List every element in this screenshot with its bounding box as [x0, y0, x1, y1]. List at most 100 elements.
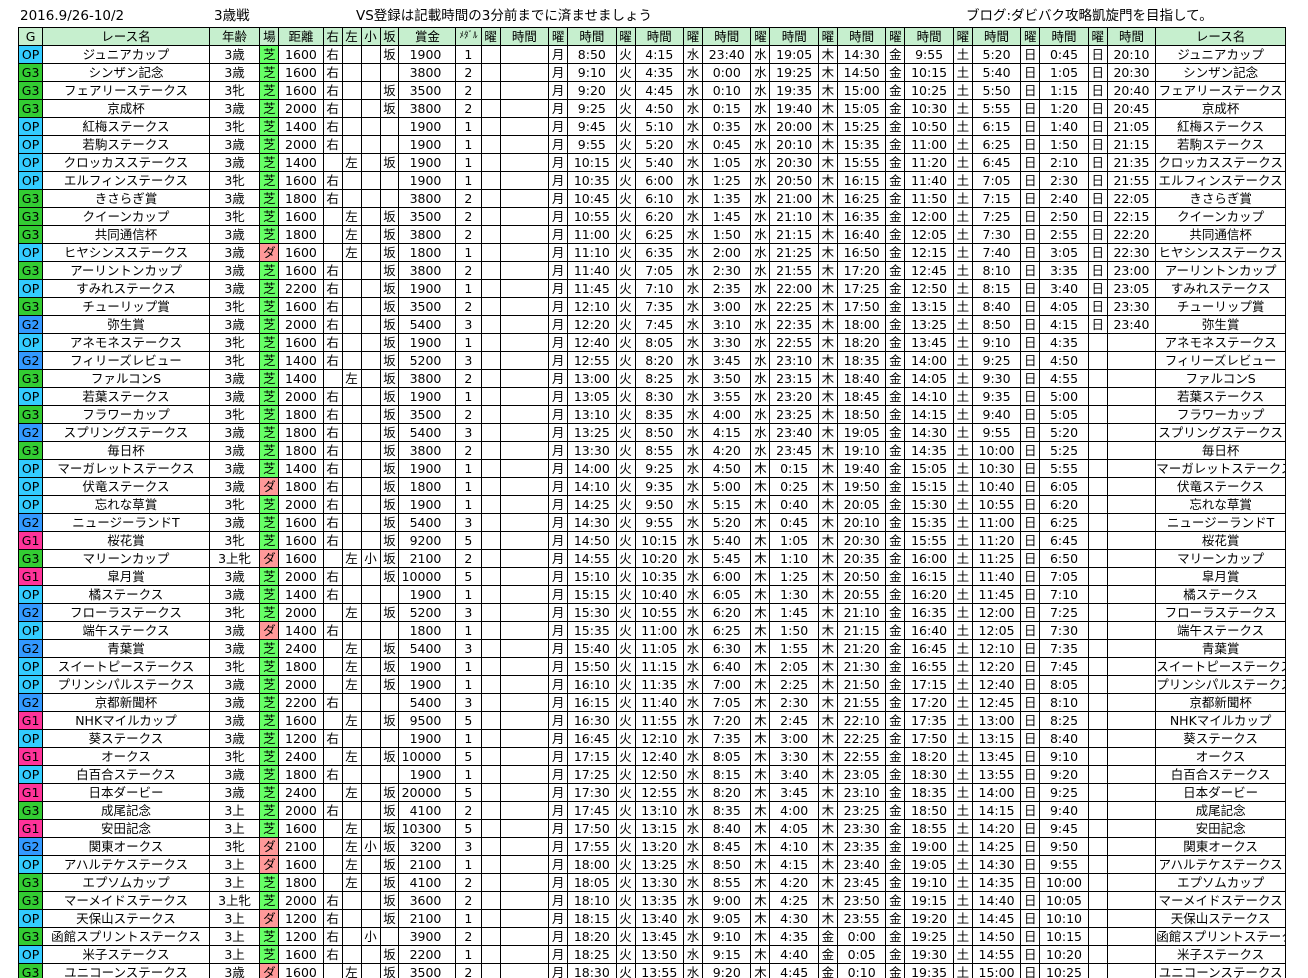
table-cell[interactable]: 14:55	[971, 945, 1022, 964]
table-cell[interactable]: 坂	[379, 423, 400, 442]
table-cell[interactable]: 土	[952, 657, 973, 676]
table-cell[interactable]: 金	[885, 621, 906, 640]
table-cell[interactable]: 9:40	[1039, 801, 1089, 820]
table-cell[interactable]: 19:05	[769, 45, 819, 64]
table-cell[interactable]: 1:25	[769, 567, 819, 586]
table-cell[interactable]: 木	[817, 477, 838, 496]
race-name-cell[interactable]: マーガレットステークス	[42, 459, 210, 478]
surface-cell[interactable]: 芝	[259, 369, 280, 388]
column-header[interactable]: 曜	[1087, 27, 1108, 46]
table-cell[interactable]: 日	[1087, 261, 1108, 280]
table-cell[interactable]: 16:35	[836, 207, 887, 226]
table-cell[interactable]	[480, 873, 501, 892]
grade-cell[interactable]: OP	[17, 153, 44, 172]
table-cell[interactable]: 12:00	[904, 207, 954, 226]
table-cell[interactable]	[1087, 369, 1108, 388]
table-cell[interactable]: 18:50	[904, 801, 954, 820]
prize-cell[interactable]: 3800	[398, 225, 457, 244]
table-cell[interactable]: 木	[817, 873, 838, 892]
table-cell[interactable]: 1600	[278, 333, 324, 352]
table-cell[interactable]: 9:55	[567, 135, 617, 154]
table-cell[interactable]: 16:40	[904, 621, 954, 640]
race-name-cell[interactable]: クロッカスステークス	[1155, 153, 1286, 172]
table-cell[interactable]: 水	[750, 135, 771, 154]
table-cell[interactable]: 木	[750, 531, 771, 550]
table-cell[interactable]	[1106, 747, 1157, 766]
race-name-cell[interactable]: クイーンカップ	[1155, 207, 1286, 226]
table-cell[interactable]: 日	[1087, 117, 1108, 136]
table-cell[interactable]: 21:15	[769, 225, 819, 244]
table-cell[interactable]: 10:55	[634, 603, 685, 622]
table-cell[interactable]: 右	[322, 459, 343, 478]
table-cell[interactable]: 月	[548, 279, 569, 298]
table-cell[interactable]: 19:35	[769, 81, 819, 100]
table-cell[interactable]	[360, 747, 381, 766]
table-cell[interactable]: 金	[885, 801, 906, 820]
race-name-cell[interactable]: 若駒ステークス	[42, 135, 210, 154]
table-cell[interactable]: 21:15	[836, 621, 887, 640]
table-cell[interactable]: 月	[548, 81, 569, 100]
table-cell[interactable]	[1106, 513, 1157, 532]
medal-cell[interactable]: 2	[455, 405, 482, 424]
table-cell[interactable]: 20:30	[836, 531, 887, 550]
table-cell[interactable]: 6:35	[634, 243, 685, 262]
table-cell[interactable]: 15:55	[904, 531, 954, 550]
table-cell[interactable]: 23:30	[1106, 297, 1157, 316]
table-cell[interactable]	[499, 945, 550, 964]
table-cell[interactable]: 23:15	[769, 369, 819, 388]
column-header[interactable]: 年齢	[208, 27, 261, 46]
table-cell[interactable]	[360, 405, 381, 424]
table-cell[interactable]: 月	[548, 333, 569, 352]
table-cell[interactable]: 日	[1020, 387, 1041, 406]
table-cell[interactable]: 水	[683, 387, 703, 406]
prize-cell[interactable]: 2100	[398, 909, 457, 928]
table-cell[interactable]	[341, 927, 362, 946]
table-cell[interactable]: 左	[341, 243, 362, 262]
table-cell[interactable]: 6:50	[1039, 549, 1089, 568]
table-cell[interactable]: 土	[952, 801, 973, 820]
table-cell[interactable]: 月	[548, 207, 569, 226]
column-header[interactable]: 時間	[567, 27, 617, 46]
table-cell[interactable]: 水	[683, 459, 703, 478]
race-name-cell[interactable]: 天保山ステークス	[1155, 909, 1286, 928]
table-cell[interactable]: 土	[952, 63, 973, 82]
table-cell[interactable]: 水	[750, 207, 771, 226]
table-cell[interactable]: 3:55	[701, 387, 752, 406]
table-cell[interactable]: 土	[952, 927, 973, 946]
race-name-cell[interactable]: チューリップ賞	[42, 297, 210, 316]
table-cell[interactable]	[1106, 549, 1157, 568]
surface-cell[interactable]: 芝	[259, 459, 280, 478]
race-name-cell[interactable]: マリーンカップ	[1155, 549, 1286, 568]
table-cell[interactable]: 金	[885, 459, 906, 478]
prize-cell[interactable]: 1900	[398, 459, 457, 478]
table-cell[interactable]: 1:50	[769, 621, 819, 640]
table-cell[interactable]: 水	[750, 171, 771, 190]
table-cell[interactable]: 日	[1020, 747, 1041, 766]
table-cell[interactable]: 10:05	[1039, 891, 1089, 910]
surface-cell[interactable]: 芝	[259, 765, 280, 784]
medal-cell[interactable]: 1	[455, 135, 482, 154]
table-cell[interactable]	[499, 729, 550, 748]
table-cell[interactable]: 11:50	[904, 189, 954, 208]
prize-cell[interactable]: 3800	[398, 441, 457, 460]
table-cell[interactable]: 木	[817, 261, 838, 280]
table-cell[interactable]: 2000	[278, 315, 324, 334]
race-name-cell[interactable]: 毎日杯	[42, 441, 210, 460]
table-cell[interactable]: 木	[817, 225, 838, 244]
table-cell[interactable]: 3歳	[208, 477, 261, 496]
table-cell[interactable]	[1106, 621, 1157, 640]
table-cell[interactable]: 10:15	[904, 63, 954, 82]
table-cell[interactable]: 木	[817, 459, 838, 478]
table-cell[interactable]: 13:30	[634, 873, 685, 892]
table-cell[interactable]: 22:00	[769, 279, 819, 298]
table-cell[interactable]: 日	[1020, 153, 1041, 172]
table-cell[interactable]	[322, 855, 343, 874]
table-cell[interactable]: 6:25	[971, 135, 1022, 154]
table-cell[interactable]: 20:40	[1106, 81, 1157, 100]
table-cell[interactable]: 14:25	[971, 837, 1022, 856]
table-cell[interactable]: 3:00	[769, 729, 819, 748]
table-cell[interactable]: 金	[885, 99, 906, 118]
medal-cell[interactable]: 2	[455, 225, 482, 244]
race-name-cell[interactable]: マリーンカップ	[42, 549, 210, 568]
table-cell[interactable]: 21:55	[1106, 171, 1157, 190]
